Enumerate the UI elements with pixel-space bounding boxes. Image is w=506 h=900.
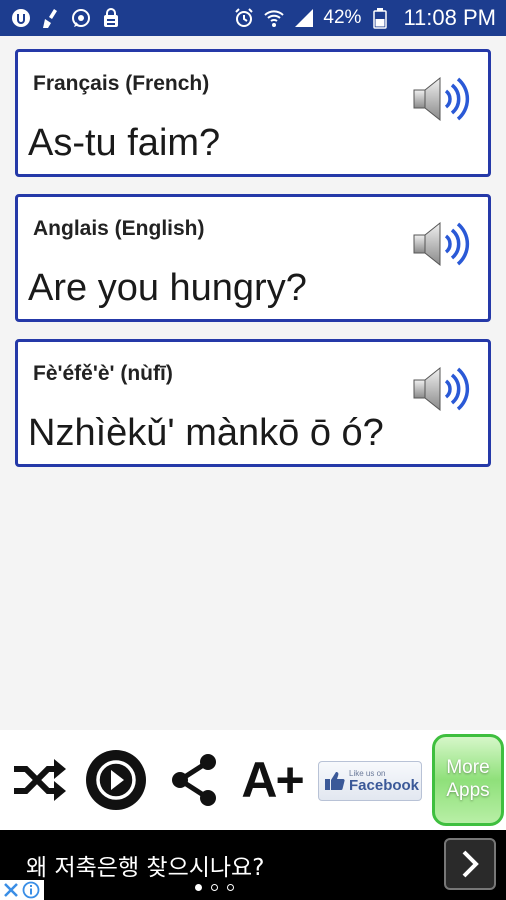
more-apps-line1: More bbox=[446, 757, 490, 779]
lock-bag-icon bbox=[100, 7, 122, 29]
language-label: Fè'éfě'è' (nùfī) bbox=[33, 362, 173, 385]
app-icon bbox=[10, 7, 32, 29]
play-icon bbox=[86, 750, 146, 810]
speaker-icon[interactable] bbox=[412, 219, 472, 269]
more-apps-line2: Apps bbox=[446, 780, 490, 801]
phrase-text: Nzhìèkǔ' mànkō ō ó? bbox=[28, 412, 384, 454]
more-apps-button[interactable]: More Apps bbox=[432, 734, 504, 826]
speaker-icon[interactable] bbox=[412, 74, 472, 124]
share-icon bbox=[172, 754, 216, 806]
facebook-like-button[interactable]: Like us on Facebook bbox=[318, 761, 422, 801]
phrase-card-english: Anglais (English) Are you hungry? bbox=[15, 194, 491, 322]
status-bar: 42% 11:08 PM bbox=[0, 0, 506, 36]
battery-icon bbox=[369, 7, 391, 29]
facebook-label: Facebook bbox=[349, 776, 420, 794]
ad-next-button[interactable] bbox=[444, 838, 496, 890]
share-button[interactable] bbox=[166, 750, 222, 810]
info-icon bbox=[22, 881, 40, 899]
wifi-icon bbox=[263, 7, 285, 29]
bottom-toolbar: A+ Like us on Facebook More Apps bbox=[0, 730, 506, 830]
phrase-text: Are you hungry? bbox=[28, 267, 307, 309]
shuffle-button[interactable] bbox=[8, 750, 70, 810]
phrase-card-french: Français (French) As-tu faim? bbox=[15, 49, 491, 177]
ad-close-button[interactable] bbox=[0, 880, 44, 900]
facebook-like-icon bbox=[325, 772, 345, 790]
ad-page-dot bbox=[195, 884, 202, 891]
phrase-text: As-tu faim? bbox=[28, 122, 221, 164]
language-label: Anglais (English) bbox=[33, 217, 205, 240]
ad-text: 왜 저축은행 찾으시나요? bbox=[26, 855, 265, 881]
signal-icon bbox=[293, 7, 315, 29]
phrase-list: Français (French) As-tu faim? Anglais (E… bbox=[0, 36, 506, 730]
chevron-right-icon bbox=[462, 850, 479, 878]
clock: 11:08 PM bbox=[403, 5, 496, 30]
shuffle-icon bbox=[14, 759, 66, 801]
cleaner-icon bbox=[40, 7, 62, 29]
ad-pagination bbox=[195, 884, 234, 891]
play-button[interactable] bbox=[84, 750, 148, 810]
close-icon bbox=[4, 883, 18, 897]
speaker-icon[interactable] bbox=[412, 364, 472, 414]
ad-banner[interactable]: 왜 저축은행 찾으시나요? bbox=[0, 830, 506, 900]
font-size-button[interactable]: A+ bbox=[236, 750, 308, 810]
ad-page-dot bbox=[227, 884, 234, 891]
language-label: Français (French) bbox=[33, 72, 210, 95]
battery-percent: 42% bbox=[323, 7, 362, 28]
ad-page-dot bbox=[211, 884, 218, 891]
phrase-card-nufi: Fè'éfě'è' (nùfī) Nzhìèkǔ' mànkō ō ó? bbox=[15, 339, 491, 467]
alarm-icon bbox=[233, 7, 255, 29]
whatsapp-icon bbox=[70, 7, 92, 29]
font-size-icon: A+ bbox=[241, 752, 304, 808]
